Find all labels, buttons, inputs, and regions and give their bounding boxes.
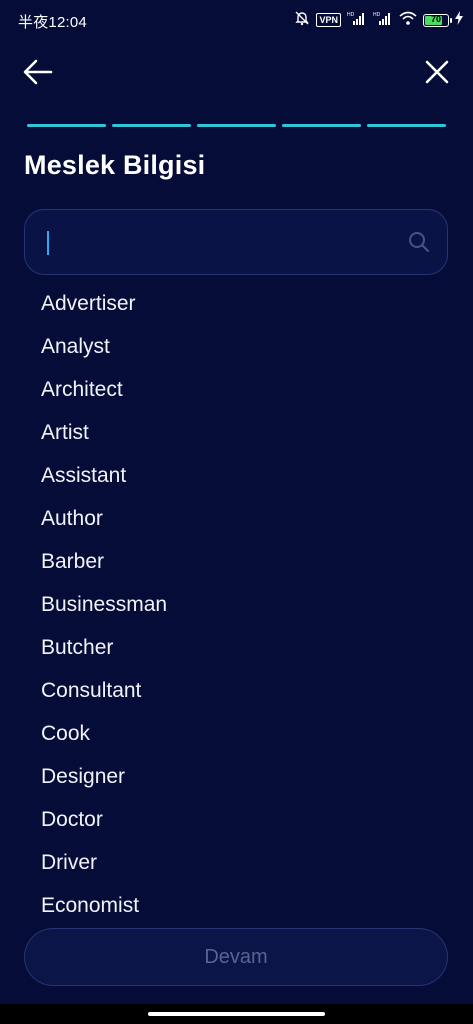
battery-tip bbox=[450, 17, 452, 23]
occupation-item[interactable]: Assistant bbox=[0, 454, 473, 497]
bell-muted-icon bbox=[294, 10, 310, 31]
text-caret bbox=[47, 231, 49, 255]
page-title: Meslek Bilgisi bbox=[24, 150, 206, 180]
occupation-item[interactable]: Artist bbox=[0, 411, 473, 454]
signal-hd-icon: HD bbox=[373, 11, 393, 30]
home-indicator[interactable] bbox=[148, 1012, 325, 1016]
occupation-item[interactable]: Analyst bbox=[0, 325, 473, 368]
svg-text:HD: HD bbox=[373, 12, 381, 18]
search-box[interactable] bbox=[24, 209, 448, 275]
charging-bolt-icon bbox=[455, 10, 463, 30]
occupation-item[interactable]: Economist bbox=[0, 884, 473, 922]
occupation-item[interactable]: Barber bbox=[0, 540, 473, 583]
occupation-item[interactable]: Author bbox=[0, 497, 473, 540]
close-icon bbox=[425, 60, 449, 89]
vpn-icon: VPN bbox=[316, 13, 341, 27]
arrow-left-icon bbox=[23, 59, 53, 90]
occupation-item[interactable]: Cook bbox=[0, 712, 473, 755]
occupation-list[interactable]: Advertiser Analyst Architect Artist Assistan… bbox=[0, 282, 473, 922]
progress-segment bbox=[367, 124, 446, 127]
progress-segment bbox=[112, 124, 191, 127]
step-progress bbox=[27, 124, 446, 127]
occupation-item[interactable]: Butcher bbox=[0, 626, 473, 669]
occupation-item[interactable]: Driver bbox=[0, 841, 473, 884]
battery-icon: 70 bbox=[423, 13, 452, 27]
back-button[interactable] bbox=[22, 58, 54, 90]
status-bar: 半夜12:04 VPN HD HD 70 bbox=[0, 0, 473, 42]
occupation-item[interactable]: Architect bbox=[0, 368, 473, 411]
progress-segment bbox=[27, 124, 106, 127]
battery-percent: 70 bbox=[430, 13, 441, 24]
search-input[interactable] bbox=[43, 210, 407, 275]
occupation-item[interactable]: Consultant bbox=[0, 669, 473, 712]
progress-segment bbox=[197, 124, 276, 127]
occupation-item[interactable]: Businessman bbox=[0, 583, 473, 626]
wifi-icon bbox=[399, 11, 417, 30]
navigation-bar bbox=[0, 1004, 473, 1024]
continue-button[interactable]: Devam bbox=[24, 928, 448, 986]
status-icons: VPN HD HD 70 bbox=[294, 10, 463, 30]
occupation-item[interactable]: Designer bbox=[0, 755, 473, 798]
progress-segment bbox=[282, 124, 361, 127]
occupation-item[interactable]: Doctor bbox=[0, 798, 473, 841]
status-time: 半夜12:04 bbox=[18, 14, 87, 31]
svg-text:HD: HD bbox=[347, 12, 355, 18]
signal-hd-icon: HD bbox=[347, 11, 367, 30]
occupation-item[interactable]: Advertiser bbox=[0, 282, 473, 325]
close-button[interactable] bbox=[421, 58, 453, 90]
search-icon bbox=[407, 230, 431, 259]
